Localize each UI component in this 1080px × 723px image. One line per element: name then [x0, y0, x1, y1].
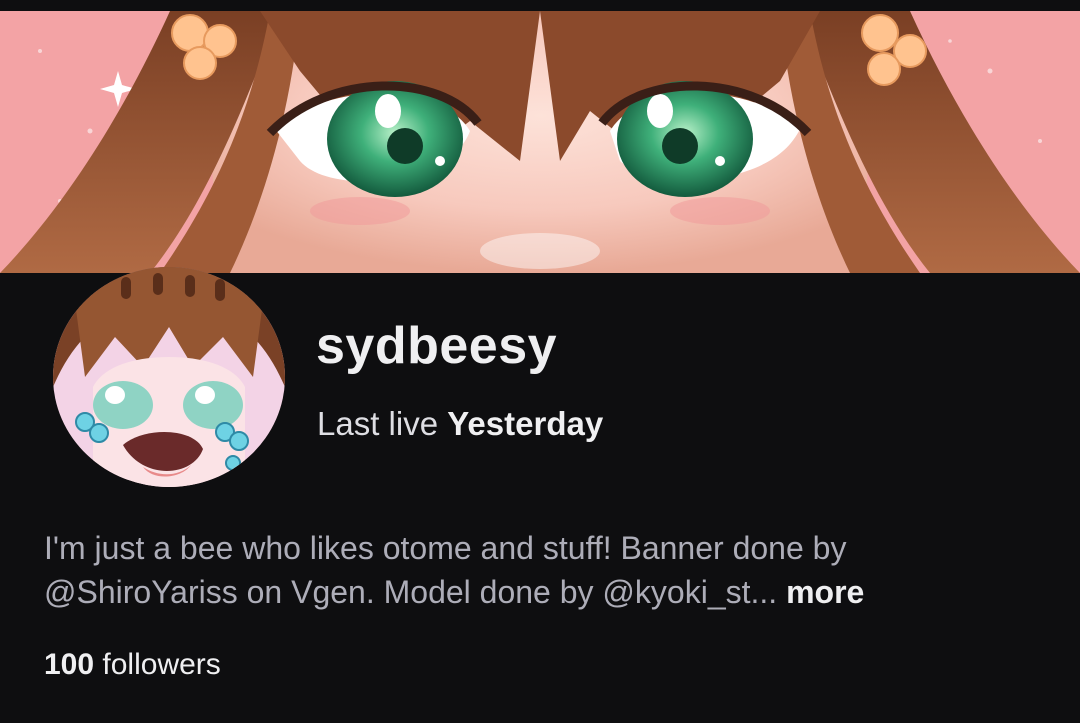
followers-count[interactable]: 100 followers — [44, 645, 221, 685]
bio-line-1: I'm just a bee who likes otome and stuff… — [44, 530, 847, 566]
top-status-strip — [0, 0, 1080, 11]
channel-avatar[interactable] — [53, 267, 285, 487]
followers-number: 100 — [44, 648, 95, 681]
last-live-prefix: Last live — [317, 405, 439, 442]
bio-line-2: @ShiroYariss on Vgen. Model done by @kyo… — [44, 574, 778, 610]
bio-more-link[interactable]: more — [786, 574, 864, 610]
channel-profile-page: sydbeesy Last live Yesterday I'm just a … — [0, 0, 1080, 723]
channel-username[interactable]: sydbeesy — [316, 316, 557, 376]
last-live-status: Last live Yesterday — [317, 404, 603, 444]
profile-banner-image — [0, 11, 1080, 273]
bio-line-2-container: @ShiroYariss on Vgen. Model done by @kyo… — [44, 570, 1054, 614]
followers-label: followers — [102, 648, 221, 681]
last-live-value: Yesterday — [447, 405, 604, 442]
channel-bio: I'm just a bee who likes otome and stuff… — [44, 526, 1054, 614]
